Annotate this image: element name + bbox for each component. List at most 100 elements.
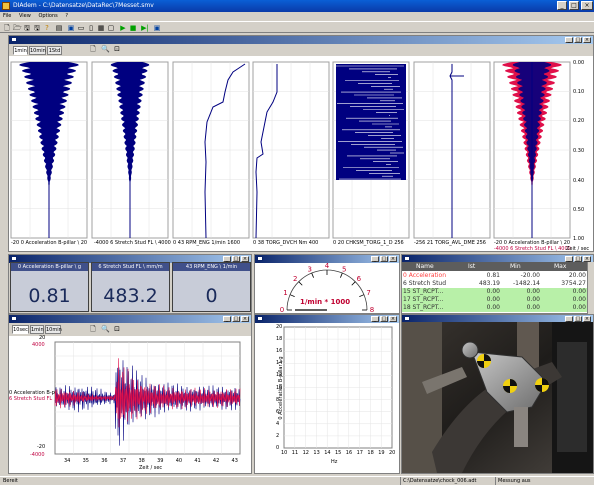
gauge-tick-label: 4	[325, 262, 330, 270]
cell-name: 6 Stretch Stud	[403, 280, 447, 287]
gauge-tick-label: 5	[342, 265, 346, 273]
col-name[interactable]: Name	[416, 262, 434, 271]
step-icon[interactable]: ▶|	[141, 24, 149, 32]
tab-1min[interactable]: 1min	[13, 46, 28, 55]
spectrum-y-tick: 8	[276, 396, 280, 403]
tab-1min[interactable]: 1min	[30, 325, 44, 334]
tile-horizontal-icon[interactable]: ▭	[77, 24, 85, 32]
gauge-tick-label: 3	[308, 265, 312, 273]
maximize-icon[interactable]: □	[232, 316, 240, 322]
spectrum-y-tick: 16	[276, 348, 283, 355]
open-icon[interactable]: 🗁	[13, 24, 22, 32]
channel-caption-2: -4000 6 Stretch Stud FL \ 4000	[94, 240, 171, 246]
zoom-box-icon[interactable]: ⊡	[113, 325, 121, 333]
tab-10min[interactable]: 10min	[45, 325, 62, 334]
axis-unit: Zeit / sec	[566, 246, 590, 252]
new-file-icon[interactable]: 🗋	[3, 24, 11, 32]
axis-tick-6: 1.00	[573, 236, 585, 242]
suspension-photo	[402, 322, 593, 473]
spectrum-x-tick: 15	[335, 450, 342, 456]
minimize-icon[interactable]: _	[223, 316, 231, 322]
gauge-tick	[359, 294, 365, 297]
app-title-bar: DIAdem - C:\Datensatze\DataRec\7Messet.s…	[0, 0, 594, 12]
stop-icon[interactable]: ■	[129, 24, 137, 32]
menu-help[interactable]: ?	[65, 13, 68, 19]
spectrum-x-tick: 20	[389, 450, 396, 456]
table-scrollbar[interactable]	[587, 262, 594, 314]
maximize-icon[interactable]: □	[569, 1, 579, 10]
cell-name: 17 ST_RCPT...	[403, 296, 444, 303]
y-tick-top-stretch: 4000	[32, 342, 45, 348]
window-icon	[257, 316, 263, 321]
main-toolbar: 🗋 🗁 🖫 🖫 ? ▤ ▣ ▭ ▯ ▦ ▢ ▶ ■ ▶| ▣	[0, 21, 594, 33]
table-row[interactable]: 0 Acceleration 0.81 -20.00 20.00	[402, 272, 587, 280]
help-icon[interactable]: ?	[43, 24, 51, 32]
menu-file[interactable]: File	[3, 13, 11, 19]
spectrum-y-tick: 0	[276, 445, 280, 451]
export-icon[interactable]: ▣	[153, 24, 161, 32]
menu-options[interactable]: Options	[38, 13, 57, 19]
gauge-tick	[289, 294, 295, 297]
cell-ist: 0.00	[486, 296, 500, 303]
display-value: 483.2	[103, 285, 158, 307]
window-icon[interactable]: ▢	[107, 24, 115, 32]
col-max[interactable]: Max	[554, 262, 566, 271]
tile-vertical-icon[interactable]: ▯	[87, 24, 95, 32]
table-row[interactable]: 6 Stretch Stud 483.19 -1482.14 3754.27	[402, 280, 587, 288]
cell-name: 0 Acceleration	[403, 272, 447, 279]
time-x-tick: 34	[64, 458, 71, 464]
cell-ist: 0.00	[486, 304, 500, 311]
target-marker-icon	[477, 354, 491, 368]
spectrum-x-tick: 16	[345, 450, 353, 456]
axis-tick-3: 0.30	[573, 148, 585, 154]
table-row[interactable]: 15 ST_RCPT... 0.00 0.00 0.00	[402, 288, 587, 296]
table-row[interactable]: 18 ST_RCPT... 0.00 0.00 0.00	[402, 304, 587, 312]
save-icon[interactable]: 🖫	[23, 24, 31, 32]
zoom-icon[interactable]: 🔍	[101, 325, 110, 333]
cell-name: 18 ST_RCPT...	[403, 304, 444, 311]
minimize-icon[interactable]: _	[565, 37, 573, 43]
close-icon[interactable]: ×	[581, 1, 593, 10]
database-icon[interactable]: ▤	[55, 24, 63, 32]
gauge-tick	[351, 281, 356, 286]
spectrum-x-tick: 12	[302, 450, 309, 456]
spectrum-x-tick: 18	[367, 450, 374, 456]
time-x-tick: 42	[212, 458, 220, 464]
table-row[interactable]: 17 ST_RCPT... 0.00 0.00 0.00	[402, 296, 587, 304]
menu-view[interactable]: View	[19, 13, 31, 19]
window-title-bar: _ □ ×	[9, 36, 593, 44]
close-icon[interactable]: ×	[241, 316, 249, 322]
close-icon[interactable]: ×	[583, 37, 591, 43]
tab-10min[interactable]: 10min	[29, 46, 46, 55]
gauge-tick-label: 2	[293, 275, 297, 283]
strip-charts-svg	[10, 61, 571, 239]
gauge-tick-label: 8	[370, 306, 374, 314]
col-ist[interactable]: Ist	[468, 262, 475, 271]
minimize-icon[interactable]: _	[557, 1, 567, 10]
maximize-icon[interactable]: □	[574, 37, 582, 43]
channel-caption-1: -20 0 Acceleration B-pillar \ 20	[11, 240, 88, 246]
play-icon[interactable]: ▶	[119, 24, 127, 32]
display-label: 43 RPM_ENG \ 1/min	[173, 263, 250, 271]
cell-ist: 483.19	[479, 280, 500, 287]
gauge-tick-label: 6	[357, 275, 362, 283]
save-all-icon[interactable]: 🖫	[33, 24, 41, 32]
table-icon[interactable]: ▦	[97, 24, 105, 32]
channel-caption-5: 0 20 CHKSM_TORG_1_D 256	[333, 240, 404, 246]
window-title-bar: _ □ ×	[9, 315, 251, 323]
cell-min: 0.00	[526, 288, 540, 295]
axis-tick-2: 0.20	[573, 118, 585, 124]
col-min[interactable]: Min	[510, 262, 521, 271]
tab-1std[interactable]: 1Std	[47, 46, 62, 55]
channel-caption-3: 0 43 RPM_ENG 1/min 1600	[173, 240, 240, 246]
spectrum-y-tick: 20	[276, 324, 283, 330]
zoom-box-icon[interactable]: ⊡	[113, 45, 121, 53]
page-icon[interactable]: 🗋	[89, 45, 97, 53]
spectrum-y-tick: 18	[276, 336, 283, 343]
layout-icon[interactable]: ▣	[67, 24, 75, 32]
y-tick-bottom-stretch: -4000	[30, 452, 45, 458]
window-icon	[11, 316, 17, 321]
page-icon[interactable]: 🗋	[89, 325, 97, 333]
tab-10sec[interactable]: 10sec	[12, 325, 29, 334]
zoom-icon[interactable]: 🔍	[101, 45, 110, 53]
